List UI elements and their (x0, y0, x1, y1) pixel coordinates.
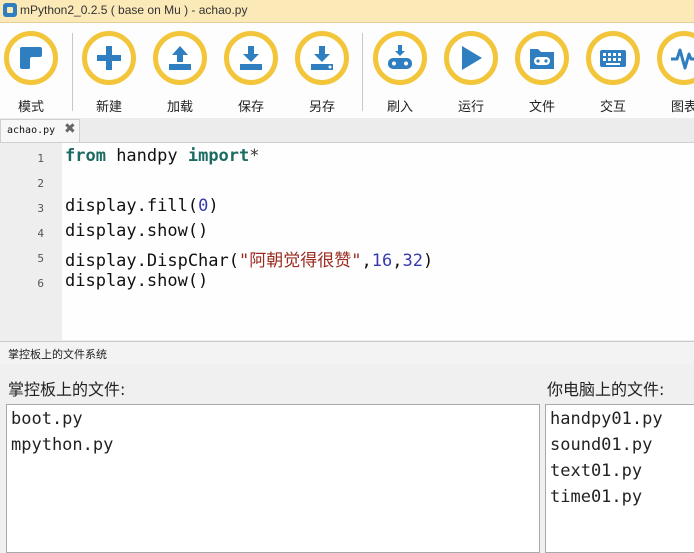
load-label: 加载 (166, 100, 193, 115)
filesystem-panel-title: 掌控板上的文件系统 (8, 348, 107, 361)
code-editor[interactable]: 1 from handpy import* 2 3 display.fill(0) 4 di… (0, 143, 694, 340)
code-text: display.DispChar("阿朝觉得很赞",16,32) (65, 246, 433, 271)
list-item[interactable]: boot.py (11, 409, 83, 429)
upload-icon (169, 46, 191, 70)
device-files-title: 掌控板上的文件: (8, 380, 126, 399)
plus-icon (97, 46, 121, 70)
list-item[interactable]: handpy01.py (550, 409, 663, 429)
code-token: ) (422, 251, 434, 271)
code-text: from handpy import* (65, 146, 260, 166)
keyboard-icon (600, 50, 626, 67)
close-icon[interactable]: ✖ (64, 121, 76, 137)
code-token: 0 (198, 196, 209, 216)
play-icon (462, 46, 482, 70)
flash-button[interactable]: 刷入 (369, 29, 437, 115)
save-button[interactable]: 保存 (220, 29, 288, 115)
code-token: display.show() (65, 221, 209, 241)
code-token: display.DispChar( (65, 251, 239, 271)
filesystem-panel-header: 掌控板上的文件系统 (0, 341, 694, 365)
line-number: 3 (37, 202, 44, 215)
chart-icon (671, 48, 694, 70)
title-bar: mPython2_0.2.5 ( base on Mu ) - achao.py (0, 0, 694, 23)
list-item[interactable]: mpython.py (11, 435, 113, 455)
code-text: display.show() (65, 271, 208, 291)
files-icon (530, 49, 554, 69)
code-text: display.show() (65, 221, 208, 241)
code-line[interactable]: 2 (0, 170, 694, 195)
save-label: 保存 (237, 100, 264, 115)
plotter-label: 图表 (670, 100, 694, 115)
mode-icon (20, 47, 42, 69)
download-icon (240, 46, 262, 70)
files-label: 文件 (528, 100, 555, 115)
code-token: 16 (371, 251, 393, 271)
files-button[interactable]: 文件 (511, 29, 579, 115)
mode-button[interactable]: 模式 (0, 29, 68, 115)
save-as-label: 另存 (308, 100, 335, 115)
save-as-button[interactable]: 另存 (291, 29, 359, 115)
save-as-icon (311, 46, 333, 70)
code-token: , (361, 251, 372, 271)
mode-label: 模式 (17, 100, 44, 115)
code-token: * (249, 146, 260, 166)
line-number: 1 (37, 152, 44, 165)
tab-label: achao.py (7, 125, 56, 136)
flash-icon (388, 45, 412, 69)
filesystem-panel: 掌控板上的文件: boot.py mpython.py 你电脑上的文件: han… (0, 364, 694, 553)
list-item[interactable]: time01.py (550, 487, 642, 507)
new-button[interactable]: 新建 (78, 29, 146, 115)
list-item[interactable]: sound01.py (550, 435, 652, 455)
list-item[interactable]: text01.py (550, 461, 642, 481)
code-token: ) (208, 196, 219, 216)
code-token: , (392, 251, 403, 271)
line-number: 5 (37, 252, 44, 265)
code-token: handpy (105, 146, 188, 166)
toolbar-divider (362, 33, 363, 111)
device-file-list[interactable]: boot.py mpython.py (6, 404, 540, 553)
code-token: 32 (402, 251, 423, 271)
toolbar: 模式 新建 加载 保存 另存 刷入 运行 文件 交互 图表 (0, 23, 694, 119)
code-text: display.fill(0) (65, 196, 219, 216)
code-line[interactable]: 3 display.fill(0) (0, 195, 694, 220)
line-number: 6 (37, 277, 44, 290)
code-line[interactable]: 4 display.show() (0, 220, 694, 245)
repl-label: 交互 (599, 100, 626, 115)
line-number: 2 (37, 177, 44, 190)
code-token: from (65, 146, 106, 166)
load-button[interactable]: 加载 (149, 29, 217, 115)
computer-files-title: 你电脑上的文件: (547, 380, 665, 399)
run-label: 运行 (457, 100, 484, 115)
tab-bar: achao.py ✖ (0, 118, 694, 143)
line-number: 4 (37, 227, 44, 240)
flash-label: 刷入 (386, 100, 413, 115)
tab-achao-py[interactable]: achao.py ✖ (0, 119, 80, 142)
code-token: display.fill( (65, 196, 199, 216)
code-line[interactable]: 6 display.show() (0, 270, 694, 295)
code-token: import (187, 146, 250, 166)
code-token: "阿朝觉得很赞" (239, 251, 362, 271)
plotter-button[interactable]: 图表 (653, 29, 694, 115)
window-title: mPython2_0.2.5 ( base on Mu ) - achao.py (20, 3, 248, 17)
run-button[interactable]: 运行 (440, 29, 508, 115)
repl-button[interactable]: 交互 (582, 29, 650, 115)
code-line[interactable]: 5 display.DispChar("阿朝觉得很赞",16,32) (0, 245, 694, 271)
app-logo-icon (3, 3, 17, 17)
new-label: 新建 (95, 100, 122, 115)
computer-file-list[interactable]: handpy01.py sound01.py text01.py time01.… (545, 404, 694, 553)
code-token: display.show() (65, 271, 209, 291)
toolbar-divider (72, 33, 73, 111)
code-line[interactable]: 1 from handpy import* (0, 145, 694, 170)
